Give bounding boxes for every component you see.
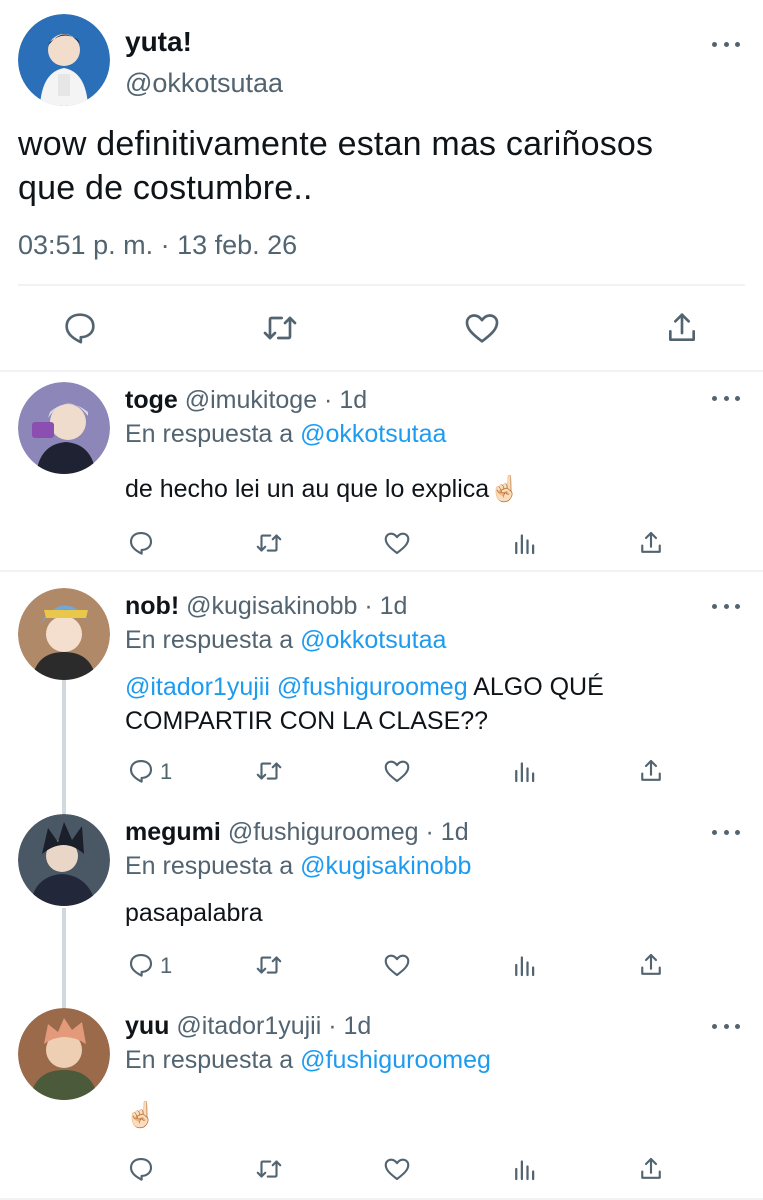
analytics-icon[interactable] — [510, 528, 540, 558]
mention-link[interactable]: @fushiguroomeg — [277, 673, 468, 701]
avatar[interactable] — [18, 382, 110, 474]
display-name[interactable]: yuu — [125, 1012, 169, 1040]
retweet-icon[interactable] — [260, 308, 300, 348]
replying-to-link[interactable]: @fushiguroomeg — [300, 1046, 491, 1074]
share-icon[interactable] — [636, 950, 666, 980]
more-icon[interactable] — [712, 40, 740, 48]
more-icon[interactable] — [712, 1022, 740, 1030]
main-tweet: yuta! @okkotsutaa wow definitivamente es… — [0, 0, 763, 372]
reply-text: @itador1yujii @fushiguroomeg ALGO QUÉ CO… — [125, 670, 725, 738]
reply-tweet[interactable]: nob! @kugisakinobb · 1d En respuesta a @… — [0, 574, 763, 804]
replying-to: En respuesta a @fushiguroomeg — [125, 1046, 491, 1075]
tweet-text-line1: wow definitivamente estan mas cariñosos — [18, 125, 654, 163]
avatar[interactable] — [18, 1008, 110, 1100]
replying-label: En respuesta a — [125, 1046, 294, 1074]
reply-tweet[interactable]: yuu @itador1yujii · 1d En respuesta a @f… — [0, 1004, 763, 1200]
reply-icon[interactable] — [126, 950, 156, 980]
reply-icon[interactable] — [126, 528, 156, 558]
replying-to-link[interactable]: @okkotsutaa — [300, 420, 446, 448]
like-icon[interactable] — [382, 950, 412, 980]
reply-text: de hecho lei un au que lo explica☝🏻 — [125, 472, 725, 506]
reply-tweet[interactable]: toge @imukitoge · 1d En respuesta a @okk… — [0, 372, 763, 572]
retweet-icon[interactable] — [254, 528, 284, 558]
user-handle[interactable]: @kugisakinobb · 1d — [186, 592, 407, 620]
user-handle[interactable]: @okkotsutaa — [125, 68, 283, 99]
divider — [0, 570, 763, 572]
reply-header: megumi @fushiguroomeg · 1d — [125, 818, 469, 847]
avatar[interactable] — [18, 588, 110, 680]
reply-header: yuu @itador1yujii · 1d — [125, 1012, 371, 1041]
reply-header: toge @imukitoge · 1d — [125, 386, 367, 415]
reply-count: 1 — [160, 953, 173, 978]
like-icon[interactable] — [462, 308, 502, 348]
share-icon[interactable] — [636, 756, 666, 786]
like-icon[interactable] — [382, 756, 412, 786]
reply-icon[interactable] — [126, 1154, 156, 1184]
display-name[interactable]: yuta! — [125, 26, 192, 58]
reply-header: nob! @kugisakinobb · 1d — [125, 592, 407, 621]
tweet-timestamp[interactable]: 03:51 p. m. · 13 feb. 26 — [18, 230, 297, 261]
pointing-up-emoji: ☝🏻 — [489, 475, 521, 503]
display-name[interactable]: toge — [125, 386, 178, 414]
reply-text-line2: COMPARTIR CON LA CLASE?? — [125, 707, 489, 735]
analytics-icon[interactable] — [510, 1154, 540, 1184]
avatar[interactable] — [18, 14, 110, 106]
retweet-icon[interactable] — [254, 1154, 284, 1184]
pointing-up-emoji: ☝🏻 — [125, 1101, 157, 1129]
display-name[interactable]: megumi — [125, 818, 221, 846]
replying-to-link[interactable]: @okkotsutaa — [300, 626, 446, 654]
display-name[interactable]: nob! — [125, 592, 179, 620]
replying-to: En respuesta a @kugisakinobb — [125, 852, 471, 881]
like-icon[interactable] — [382, 1154, 412, 1184]
user-handle[interactable]: @imukitoge · 1d — [185, 386, 367, 414]
user-handle[interactable]: @fushiguroomeg · 1d — [228, 818, 469, 846]
analytics-icon[interactable] — [510, 950, 540, 980]
reply-count: 1 — [160, 759, 173, 784]
replying-to-link[interactable]: @kugisakinobb — [300, 852, 471, 880]
retweet-icon[interactable] — [254, 756, 284, 786]
reply-text: pasapalabra — [125, 899, 263, 927]
tweet-text-line2: que de costumbre.. — [18, 169, 313, 207]
replying-to: En respuesta a @okkotsutaa — [125, 420, 446, 449]
more-icon[interactable] — [712, 602, 740, 610]
share-icon[interactable] — [636, 528, 666, 558]
reply-text-body: ALGO QUÉ — [473, 673, 604, 701]
replying-to: En respuesta a @okkotsutaa — [125, 626, 446, 655]
share-icon[interactable] — [662, 308, 702, 348]
more-icon[interactable] — [712, 394, 740, 402]
reply-text-body: de hecho lei un au que lo explica — [125, 475, 490, 503]
mention-link[interactable]: @itador1yujii — [125, 673, 270, 701]
replying-label: En respuesta a — [125, 626, 294, 654]
replying-label: En respuesta a — [125, 420, 294, 448]
more-icon[interactable] — [712, 828, 740, 836]
reply-icon[interactable] — [60, 308, 100, 348]
reply-icon[interactable] — [126, 756, 156, 786]
reply-tweet[interactable]: megumi @fushiguroomeg · 1d En respuesta … — [0, 804, 763, 1004]
retweet-icon[interactable] — [254, 950, 284, 980]
like-icon[interactable] — [382, 528, 412, 558]
divider — [18, 284, 745, 286]
share-icon[interactable] — [636, 1154, 666, 1184]
avatar[interactable] — [18, 814, 110, 906]
tweet-text: wow definitivamente estan mas cariñosos … — [18, 122, 748, 210]
user-handle[interactable]: @itador1yujii · 1d — [176, 1012, 371, 1040]
replying-label: En respuesta a — [125, 852, 294, 880]
analytics-icon[interactable] — [510, 756, 540, 786]
